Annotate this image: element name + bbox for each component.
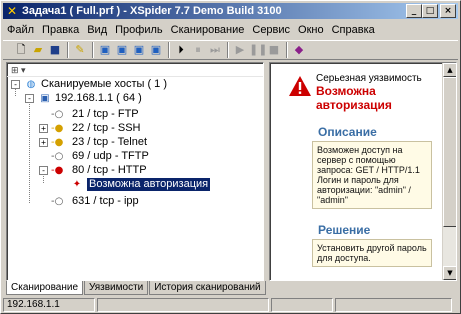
tab-scanning[interactable]: Сканирование [6,281,84,295]
vuln-port-icon: -● [51,165,64,176]
expander-icon[interactable]: + [39,124,48,133]
menu-window[interactable]: Окно [294,24,328,36]
collapse-icon[interactable]: - [25,94,34,103]
tree-port[interactable]: -○ 21 / tcp - FTP [39,108,139,121]
menu-view[interactable]: Вид [83,24,111,36]
tree-port-label: 631 / tcp - ipp [72,195,139,207]
tree-root-label: Сканируемые хосты ( 1 ) [41,78,168,90]
close-button[interactable]: × [440,4,456,18]
status-cell [271,298,333,312]
menu-edit[interactable]: Правка [38,24,83,36]
tree-port-label: 21 / tcp - FTP [72,108,139,120]
menu-profile[interactable]: Профиль [111,24,167,36]
menu-file[interactable]: Файл [3,24,38,36]
tab-scan-history[interactable]: История сканирований [149,281,266,295]
solution-box: Установить другой пароль для доступа. [312,239,432,267]
status-host: 192.168.1.1 [3,298,95,312]
warn-port-icon: -● [51,137,64,148]
toolbar-separator [92,42,94,58]
open-port-icon: -○ [51,196,64,207]
open-icon[interactable]: ▰ [30,42,46,58]
menu-service[interactable]: Сервис [248,24,294,36]
x-logo-icon: ✕ [6,4,18,18]
vulnerability-icon: ✦ [72,179,82,190]
collapse-icon[interactable]: - [11,80,20,89]
minimize-button[interactable]: _ [406,4,422,18]
description-box: Возможен доступ на сервер с помощью запр… [312,141,432,209]
tree-host[interactable]: - ▣ 192.168.1.1 ( 64 ) [25,92,142,105]
scroll-down-icon[interactable]: ▼ [443,266,456,280]
warn-port-icon: -● [51,123,64,134]
tree-root[interactable]: - ◍ Сканируемые хосты ( 1 ) [11,78,167,91]
report-icon[interactable]: ◆ [291,42,307,58]
toolbar-separator [227,42,229,58]
scan-host-icon[interactable]: ▣ [97,42,113,58]
tree-header[interactable]: ⊞ ▾ [7,63,263,77]
toolbar-separator [286,42,288,58]
title-bar[interactable]: ✕ Задача1 ( Full.prf ) - XSpider 7.7 Dem… [3,3,458,19]
bottom-tabs: Сканирование Уязвимости История сканиров… [6,281,267,296]
scroll-up-icon[interactable]: ▲ [443,63,456,77]
window-controls: _ □ × [406,4,456,18]
tree-vuln[interactable]: ✦ Возможна авторизация [69,178,211,191]
tree-port[interactable]: + -● 22 / tcp - SSH [39,122,140,135]
pause-step-icon[interactable]: ⏸ [190,42,206,58]
tree-vuln-label: Возможна авторизация [87,178,211,191]
status-cell [97,298,269,312]
vulnerability-title: Возможна авторизация [316,84,392,112]
tree-port[interactable]: + -● 23 / tcp - Telnet [39,136,147,149]
scan-run-icon[interactable]: ▣ [148,42,164,58]
severity-label: Серьезная уязвимость [316,73,422,84]
save-icon[interactable]: ■ [47,42,63,58]
profile-icon[interactable]: ✎ [72,42,88,58]
details-scrollbar[interactable]: ▲ ▼ [442,63,456,280]
new-icon[interactable]: 🗋 [13,42,29,58]
network-icon: ◍ [26,79,36,90]
scan-add-icon[interactable]: ▣ [114,42,130,58]
description-heading: Описание [318,125,377,139]
tree-port-label: 23 / tcp - Telnet [72,136,148,148]
open-port-icon: -○ [51,151,64,162]
tab-vulnerabilities[interactable]: Уязвимости [84,281,149,295]
tree-port[interactable]: -○ 631 / tcp - ipp [39,195,139,208]
pause-icon[interactable]: ❚❚ [249,42,267,58]
menu-help[interactable]: Справка [328,24,379,36]
host-icon: ▣ [40,93,50,104]
toolbar-separator [168,42,170,58]
skip-icon[interactable]: ⏭ [207,42,223,58]
tree-host-label: 192.168.1.1 ( 64 ) [55,92,142,104]
maximize-button[interactable]: □ [422,4,438,18]
scroll-thumb[interactable] [443,77,456,227]
menu-bar: Файл Правка Вид Профиль Сканирование Сер… [3,21,379,39]
toolbar: 🗋 ▰ ■ ✎ ▣ ▣ ▣ ▣ ⏵ ⏸ ⏭ ▶ ❚❚ ■ ◆ [3,40,458,60]
stop-icon[interactable]: ■ [266,42,282,58]
tree-port[interactable]: - -● 80 / tcp - HTTP [39,164,147,177]
open-port-icon: -○ [51,109,64,120]
main-window: ✕ Задача1 ( Full.prf ) - XSpider 7.7 Dem… [0,0,461,314]
status-bar: 192.168.1.1 [3,298,458,312]
expander-icon[interactable]: + [39,138,48,147]
expander-icon[interactable]: - [39,166,48,175]
details-pane[interactable]: Серьезная уязвимость Возможна авторизаци… [269,62,457,281]
menu-scan[interactable]: Сканирование [167,24,249,36]
toolbar-separator [67,42,69,58]
tree-port-label: 22 / tcp - SSH [72,122,141,134]
warning-triangle-icon [289,76,311,96]
tree-port-label: 69 / udp - TFTP [72,150,149,162]
scan-remove-icon[interactable]: ▣ [131,42,147,58]
status-cell [335,298,452,312]
step-icon[interactable]: ⏵ [173,42,189,58]
tree-port[interactable]: -○ 69 / udp - TFTP [39,150,149,163]
hosts-tree-pane[interactable]: ⊞ ▾ - ◍ Сканируемые хосты ( 1 ) - ▣ 192.… [6,62,264,281]
play-icon[interactable]: ▶ [232,42,248,58]
solution-heading: Решение [318,223,371,237]
tree-line [29,99,30,203]
window-title: Задача1 ( Full.prf ) - XSpider 7.7 Demo … [22,5,282,17]
tree-port-label: 80 / tcp - HTTP [72,164,147,176]
